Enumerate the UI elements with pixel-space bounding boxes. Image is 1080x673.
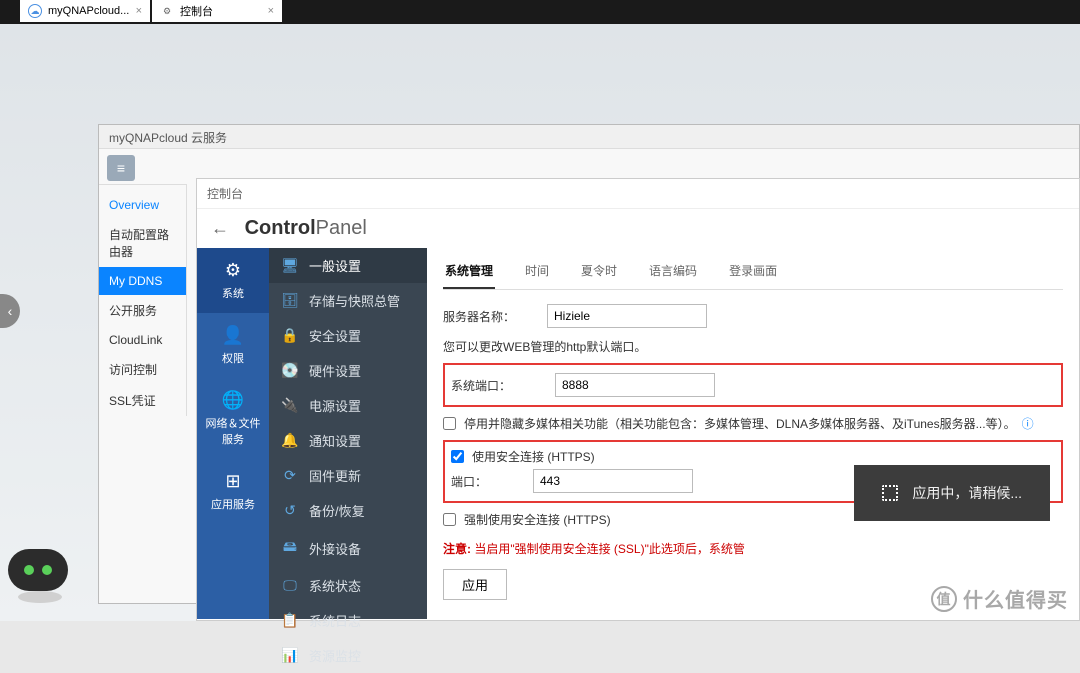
system-port-label: 系统端口：	[451, 377, 543, 394]
close-icon[interactable]: ×	[268, 5, 274, 17]
menu-icon: 🔔	[281, 432, 299, 449]
nav-icon: ⚙	[201, 260, 265, 281]
tab-label: 控制台	[180, 3, 213, 19]
control-panel-window: 控制台 ← ControlPanel ⚙系统👤权限🌐网络＆文件服务⊞应用服务 🖥…	[196, 178, 1080, 621]
applying-toast: 应用中，请稍候...	[854, 465, 1050, 521]
back-icon[interactable]: ←	[211, 218, 229, 239]
page-title: ← ControlPanel	[197, 209, 1079, 248]
disable-media-checkbox[interactable]	[443, 417, 456, 430]
http-port-note: 您可以更改WEB管理的http默认端口。	[443, 338, 1063, 355]
cloud-sidebar-item[interactable]: 访问控制	[99, 354, 186, 385]
nav-item[interactable]: ⊞应用服务	[197, 459, 269, 524]
cloud-sidebar-item[interactable]: 自动配置路由器	[99, 219, 186, 267]
gear-icon: ⚙	[160, 4, 174, 18]
apply-button[interactable]: 应用	[443, 569, 507, 600]
watermark: 值 什么值得买	[931, 584, 1068, 613]
cloud-icon: ☁	[28, 4, 42, 18]
disable-media-label: 停用并隐藏多媒体相关功能（相关功能包含：多媒体管理、DLNA多媒体服务器、及iT…	[464, 415, 1034, 432]
menu-item[interactable]: 🖥一般设置	[269, 248, 427, 283]
content-tab[interactable]: 夏令时	[579, 258, 619, 289]
ssl-warning: 注意: 当启用"强制使用安全连接 (SSL)"此选项后，系统管	[443, 540, 1063, 557]
category-nav: ⚙系统👤权限🌐网络＆文件服务⊞应用服务	[197, 248, 269, 619]
nav-item[interactable]: ⚙系统	[197, 248, 269, 313]
menu-icon: 📊	[281, 647, 299, 664]
window-toolbar: ≡	[99, 149, 187, 185]
settings-content: 系统管理时间夏令时语言编码登录画面 服务器名称： 您可以更改WEB管理的http…	[427, 248, 1079, 619]
menu-icon: 🔒	[281, 327, 299, 344]
carousel-prev-icon[interactable]: ‹	[0, 294, 20, 328]
menu-icon: ↺	[281, 502, 299, 519]
menu-item[interactable]: 🖴外接设备	[269, 528, 427, 568]
https-port-input[interactable]	[533, 469, 693, 493]
toast-text: 应用中，请稍候...	[912, 483, 1022, 503]
force-https-label: 强制使用安全连接 (HTTPS)	[464, 511, 611, 528]
nav-icon: ⊞	[201, 471, 265, 492]
menu-item[interactable]: 🔌电源设置	[269, 388, 427, 423]
content-tabs: 系统管理时间夏令时语言编码登录画面	[443, 258, 1063, 290]
highlight-system-port: 系统端口：	[443, 363, 1063, 407]
browser-tab-control[interactable]: ⚙ 控制台 ×	[152, 0, 282, 22]
watermark-icon: 值	[931, 586, 957, 612]
close-icon[interactable]: ×	[136, 5, 142, 17]
system-port-input[interactable]	[555, 373, 715, 397]
browser-tab-cloud[interactable]: ☁ myQNAPcloud... ×	[20, 0, 150, 22]
https-port-label: 端口：	[451, 473, 521, 490]
nav-item[interactable]: 🌐网络＆文件服务	[197, 378, 269, 459]
content-tab[interactable]: 系统管理	[443, 258, 495, 289]
menu-item[interactable]: 🖵系统状态	[269, 568, 427, 603]
menu-icon: 🖵	[281, 577, 299, 594]
menu-item[interactable]: 🗄存储与快照总管	[269, 283, 427, 318]
cloud-sidebar-item[interactable]: Overview	[99, 191, 186, 219]
menu-item[interactable]: 🔔通知设置	[269, 423, 427, 458]
https-label: 使用安全连接 (HTTPS)	[472, 448, 595, 465]
menu-item[interactable]: ⟳固件更新	[269, 458, 427, 493]
menu-item[interactable]: 📊资源监控	[269, 638, 427, 673]
info-icon[interactable]: ⓘ	[1022, 417, 1034, 431]
menu-icon: 🗄	[281, 292, 299, 309]
server-name-label: 服务器名称：	[443, 308, 535, 325]
browser-tab-bar: ☁ myQNAPcloud... × ⚙ 控制台 ×	[0, 0, 1080, 24]
menu-icon: 💽	[281, 362, 299, 379]
tab-label: myQNAPcloud...	[48, 5, 129, 17]
cloud-sidebar: Overview自动配置路由器My DDNS公开服务CloudLink访问控制S…	[99, 185, 187, 416]
nav-item[interactable]: 👤权限	[197, 313, 269, 378]
settings-menu: 🖥一般设置🗄存储与快照总管🔒安全设置💽硬件设置🔌电源设置🔔通知设置⟳固件更新↺备…	[269, 248, 427, 619]
menu-icon: 🖥	[281, 257, 299, 274]
menu-icon: 🖴	[281, 536, 299, 560]
spinner-icon	[882, 485, 898, 501]
chat-bot-icon[interactable]	[8, 549, 68, 591]
menu-item[interactable]: 🔒安全设置	[269, 318, 427, 353]
menu-icon: ⟳	[281, 467, 299, 484]
force-https-checkbox[interactable]	[443, 513, 456, 526]
cloud-sidebar-item[interactable]: 公开服务	[99, 295, 186, 326]
https-checkbox[interactable]	[451, 450, 464, 463]
desktop-background: ‹ myQNAPcloud 云服务 ≡ Overview自动配置路由器My DD…	[0, 24, 1080, 621]
content-tab[interactable]: 登录画面	[727, 258, 779, 289]
window-title: myQNAPcloud 云服务	[99, 125, 1079, 149]
nav-icon: 🌐	[201, 390, 265, 411]
nav-icon: 👤	[201, 325, 265, 346]
server-name-input[interactable]	[547, 304, 707, 328]
content-tab[interactable]: 语言编码	[647, 258, 699, 289]
menu-icon[interactable]: ≡	[107, 155, 135, 181]
cloud-sidebar-item[interactable]: CloudLink	[99, 326, 186, 354]
breadcrumb: 控制台	[197, 179, 1079, 209]
cloud-sidebar-item[interactable]: SSL凭证	[99, 385, 186, 416]
menu-item[interactable]: ↺备份/恢复	[269, 493, 427, 528]
menu-icon: 🔌	[281, 397, 299, 414]
cloud-sidebar-item[interactable]: My DDNS	[99, 267, 186, 295]
bot-shadow	[18, 591, 62, 603]
menu-item[interactable]: 💽硬件设置	[269, 353, 427, 388]
content-tab[interactable]: 时间	[523, 258, 551, 289]
